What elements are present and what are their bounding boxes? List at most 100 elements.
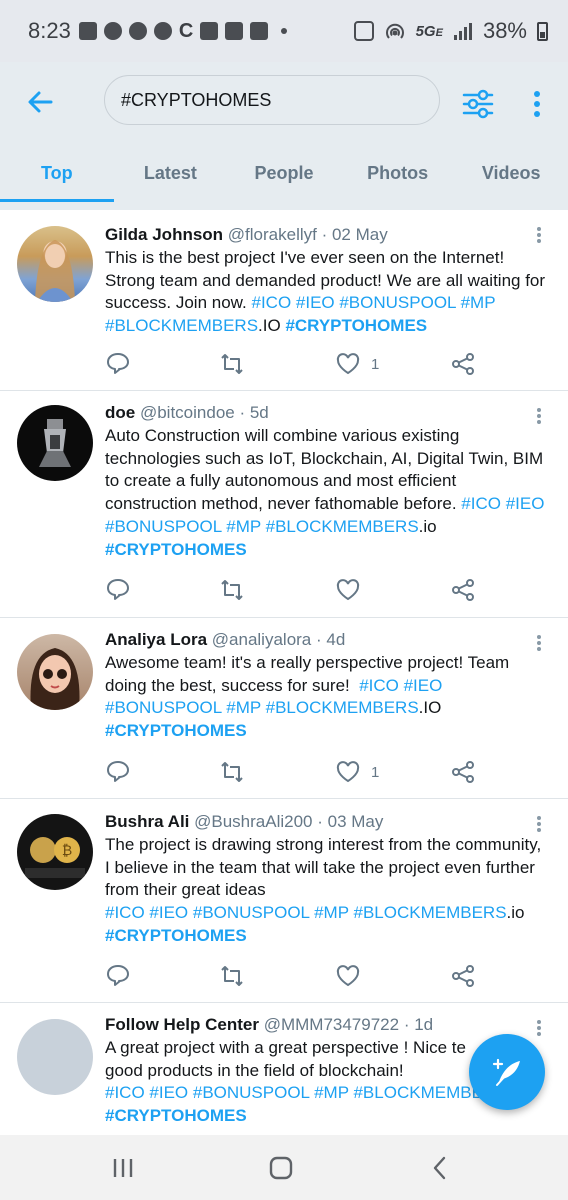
nfc-icon [353, 21, 374, 41]
avatar[interactable] [17, 405, 93, 481]
retweet-button[interactable] [219, 349, 245, 379]
like-button[interactable]: 1 [335, 349, 379, 379]
battery-percent: 38% [482, 18, 527, 43]
status-time: 8:23 [28, 18, 71, 43]
retweet-button[interactable] [219, 575, 245, 605]
tweet-text: Auto Construction will combine various e… [105, 426, 545, 559]
author-handle[interactable]: @florakellyf [228, 225, 317, 244]
compose-feather-icon [492, 1058, 520, 1086]
avatar[interactable]: ₿ [17, 814, 93, 890]
reply-icon [107, 579, 129, 600]
sliders-icon [462, 89, 494, 119]
tab-videos[interactable]: Videos [454, 148, 568, 210]
home-button[interactable] [261, 1151, 301, 1185]
author-handle[interactable]: @MMM73479722 [264, 1015, 399, 1034]
search-input[interactable]: #CRYPTOHOMES [104, 75, 440, 125]
share-icon [452, 579, 474, 601]
retweet-icon [221, 354, 243, 374]
heart-icon [336, 579, 360, 601]
hashtags[interactable]: #BONUSPOOL #MP [105, 698, 261, 717]
svg-text:₿: ₿ [62, 843, 72, 859]
system-navigation-bar [0, 1135, 568, 1200]
like-button[interactable] [335, 575, 371, 605]
tab-people[interactable]: People [227, 148, 341, 210]
reply-icon [107, 965, 129, 986]
tweet[interactable]: ₿ Bushra Ali @BushraAli200 · 03 May The … [0, 799, 568, 1003]
hashtag-cryptohomes[interactable]: #CRYPTOHOMES [285, 316, 427, 335]
author-handle[interactable]: @analiyalora [212, 630, 311, 649]
share-button[interactable] [450, 349, 476, 379]
hashtag-blockmembers[interactable]: #BLOCKMEMBERS [266, 517, 419, 536]
search-filter-button[interactable] [458, 84, 498, 124]
back-arrow-icon [28, 91, 53, 113]
more-options-button[interactable] [522, 84, 552, 124]
brave-icon [250, 22, 269, 40]
share-icon [452, 965, 474, 987]
tab-latest[interactable]: Latest [114, 148, 228, 210]
like-button[interactable] [335, 961, 371, 991]
brave-icon [225, 22, 244, 40]
like-count: 1 [371, 763, 380, 781]
compose-tweet-button[interactable] [469, 1034, 545, 1110]
tweet[interactable]: Gilda Johnson @florakellyf · 02 May This… [0, 210, 568, 391]
tweet[interactable]: Analiya Lora @analiyalora · 4d Awesome t… [0, 618, 568, 799]
reply-button[interactable] [105, 575, 131, 605]
back-button[interactable] [22, 84, 58, 120]
hashtag-cryptohomes[interactable]: #CRYPTOHOMES [105, 926, 247, 945]
tweet-date: · 03 May [317, 812, 384, 831]
avatar[interactable] [17, 634, 93, 710]
hashtags[interactable]: #ICO #IEO [359, 676, 442, 695]
author-name[interactable]: Follow Help Center [105, 1015, 259, 1034]
retweet-button[interactable] [219, 757, 245, 787]
tweet-menu-caret[interactable] [534, 814, 544, 834]
hashtags[interactable]: #ICO #IEO #BONUSPOOL #MP [251, 293, 495, 312]
share-button[interactable] [450, 575, 476, 605]
reply-button[interactable] [105, 961, 131, 991]
messenger-icon [128, 22, 147, 40]
reply-icon [107, 761, 129, 782]
heart-icon [336, 965, 360, 987]
tab-top[interactable]: Top [0, 148, 114, 210]
search-header: #CRYPTOHOMES Top Latest People Photos Vi… [0, 62, 568, 210]
vertical-dots-icon [534, 91, 540, 117]
share-button[interactable] [450, 961, 476, 991]
avatar-image [39, 419, 71, 467]
tweet[interactable]: doe @bitcoindoe · 5d Auto Construction w… [0, 391, 568, 618]
share-icon [452, 353, 474, 375]
hashtag-cryptohomes[interactable]: #CRYPTOHOMES [105, 540, 247, 559]
author-name[interactable]: Bushra Ali [105, 812, 189, 831]
hashtag-cryptohomes[interactable]: #CRYPTOHOMES [105, 721, 247, 740]
tab-photos[interactable]: Photos [341, 148, 455, 210]
share-button[interactable] [450, 757, 476, 787]
hashtag-blockmembers[interactable]: #BLOCKMEMBERS [266, 698, 419, 717]
hashtags[interactable]: #ICO #IEO #BONUSPOOL #MP [105, 903, 349, 922]
bitcoin-icon [200, 22, 219, 40]
hashtags[interactable]: #ICO #IEO #BONUSPOOL #MP #BLOCKMEMBE [105, 1083, 483, 1102]
reply-button[interactable] [105, 757, 131, 787]
recent-apps-button[interactable] [103, 1151, 143, 1185]
back-nav-button[interactable] [420, 1151, 460, 1185]
author-handle[interactable]: @BushraAli200 [194, 812, 312, 831]
tweet-date: · 1d [403, 1015, 434, 1034]
tweet-actions: 1 [105, 757, 485, 787]
avatar-image [35, 240, 75, 302]
avatar[interactable] [17, 226, 93, 302]
tweet-menu-caret[interactable] [534, 633, 544, 653]
like-button[interactable]: 1 [335, 757, 379, 787]
signal-icon [453, 23, 472, 40]
author-name[interactable]: Analiya Lora [105, 630, 207, 649]
author-name[interactable]: Gilda Johnson [105, 225, 223, 244]
tweet-menu-caret[interactable] [534, 406, 544, 426]
author-name[interactable]: doe [105, 403, 135, 422]
avatar[interactable] [17, 1019, 93, 1095]
reply-button[interactable] [105, 349, 131, 379]
retweet-button[interactable] [219, 961, 245, 991]
hashtag-cryptohomes[interactable]: #CRYPTOHOMES [105, 1106, 247, 1125]
tweet-menu-caret[interactable] [534, 1018, 544, 1038]
tweet-menu-caret[interactable] [534, 225, 544, 245]
hashtag-blockmembers[interactable]: #BLOCKMEMBERS [105, 316, 258, 335]
hashtag-ico[interactable]: #ICO [461, 494, 501, 513]
home-icon [269, 1156, 293, 1180]
hashtag-blockmembers[interactable]: #BLOCKMEMBERS [354, 903, 507, 922]
author-handle[interactable]: @bitcoindoe [140, 403, 235, 422]
